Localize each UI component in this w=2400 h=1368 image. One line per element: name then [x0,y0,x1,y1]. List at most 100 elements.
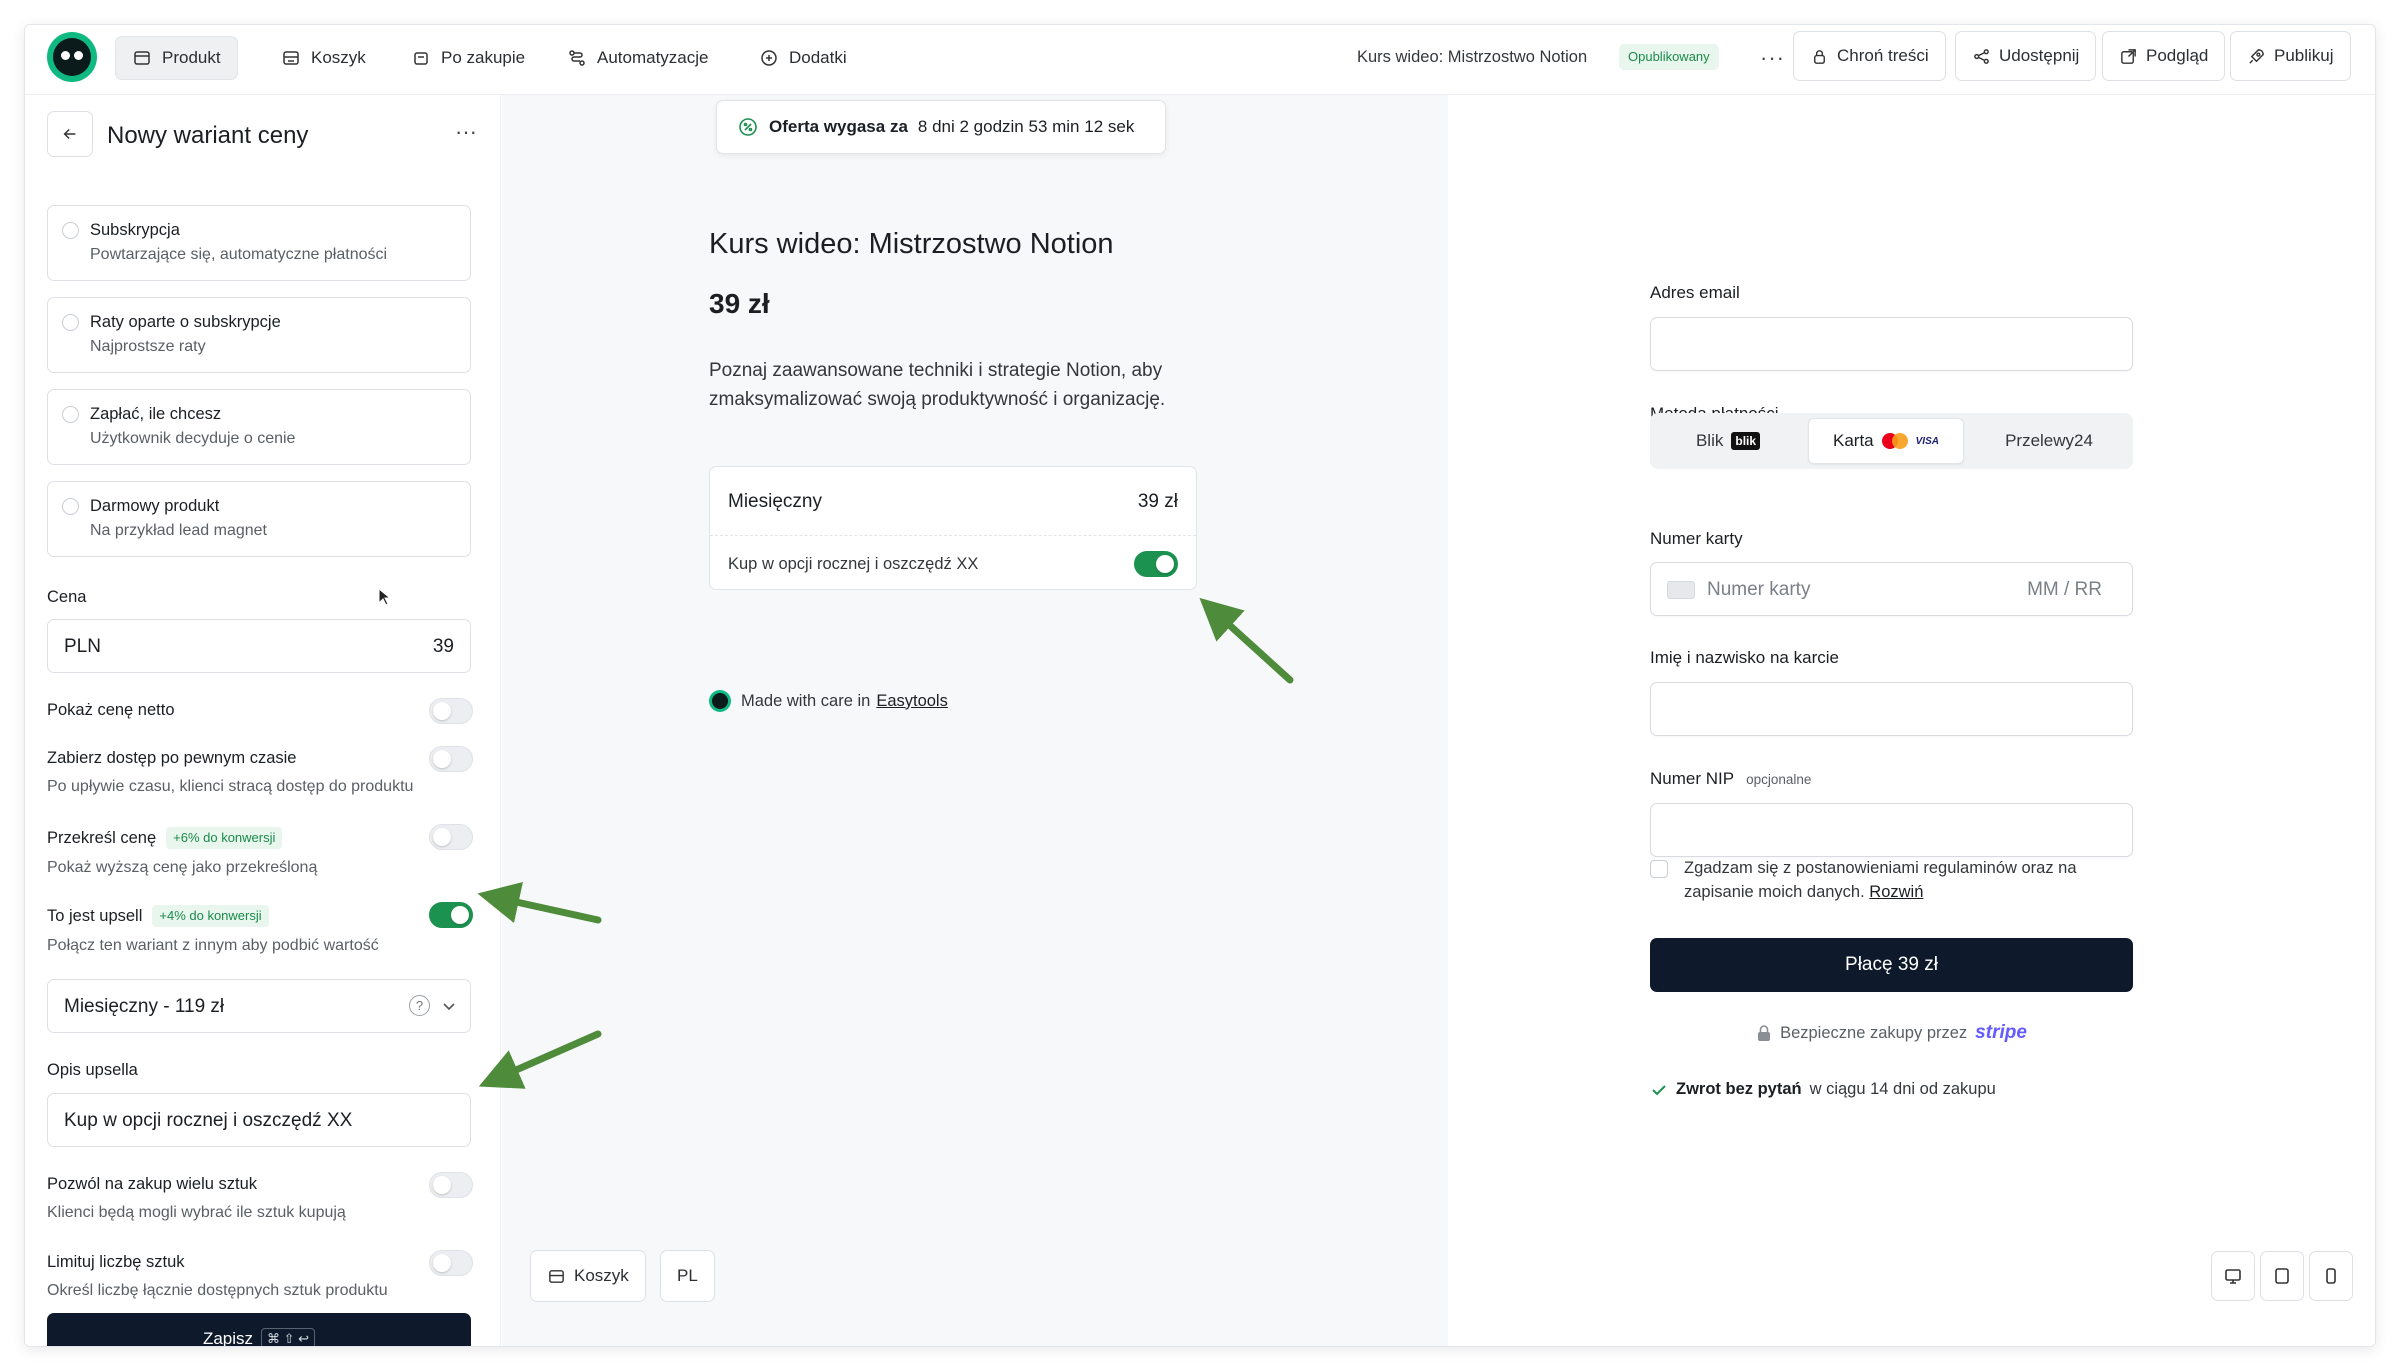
nip-label: Numer NIP opcjonalne [1650,769,1811,789]
tab-po-zakupie[interactable]: Po zakupie [395,36,541,80]
option-installments[interactable]: Raty oparte o subskrypcje Najprostsze ra… [47,297,471,373]
card-number-label: Numer karty [1650,529,1743,548]
tab-automatyzacje[interactable]: Automatyzacje [551,36,725,80]
method-blik[interactable]: Blik blik [1658,418,1798,464]
toggle-title: To jest upsell [47,906,143,925]
divider [710,535,1196,536]
conversion-badge: +4% do konwersji [152,905,269,927]
panel-header: Nowy wariant ceny ··· [47,111,477,163]
tab-dodatki[interactable]: Dodatki [743,36,863,80]
variant-name: Miesięczny [728,491,822,512]
option-free-product[interactable]: Darmowy produkt Na przykład lead magnet [47,481,471,557]
option-title: Darmowy produkt [90,497,220,515]
language-button[interactable]: PL [660,1250,715,1302]
upsell-toggle[interactable] [429,902,473,928]
radio[interactable] [62,314,79,331]
variant-card[interactable]: Miesięczny 39 zł Kup w opcji rocznej i o… [709,466,1197,590]
price-value: 39 [432,636,454,657]
upsell-select-value: Miesięczny - 119 zł [64,996,225,1017]
upsell-desc-input[interactable]: Kup w opcji rocznej i oszczędź XX [47,1093,471,1147]
card-number-placeholder: Numer karty [1707,579,1811,600]
option-pay-what-you-want[interactable]: Zapłać, ile chcesz Użytkownik decyduje o… [47,389,471,465]
terms-checkbox[interactable] [1650,860,1668,878]
przelewy24-label: Przelewy24 [2005,431,2093,450]
lock-icon [1814,49,1825,64]
box-icon [134,51,150,65]
refund-rest: w ciągu 14 dni od zakupu [1809,1080,1996,1098]
radio[interactable] [62,406,79,423]
toggle-subtitle: Po upływie czasu, klienci stracą dostęp … [47,778,414,795]
desktop-icon [2225,1269,2241,1284]
tab-koszyk[interactable]: Koszyk [265,36,382,80]
tab-produkt[interactable]: Produkt [115,36,238,80]
tab-automatyzacje-label: Automatyzacje [597,48,709,67]
tablet-view-button[interactable] [2260,1251,2304,1301]
option-subscription[interactable]: Subskrypcja Powtarzające się, automatycz… [47,205,471,281]
discount-icon [739,118,757,136]
upsell-variant-select[interactable]: Miesięczny - 119 zł ? [47,979,471,1033]
publish-button[interactable]: Publikuj [2230,31,2351,81]
variant-price: 39 zł [1137,491,1178,512]
radio[interactable] [62,498,79,515]
nip-label-text: Numer NIP [1650,769,1735,788]
method-przelewy24[interactable]: Przelewy24 [1974,418,2124,464]
limit-qty-toggle[interactable] [429,1250,473,1276]
tab-dodatki-label: Dodatki [789,48,847,67]
method-card[interactable]: Karta VISA [1808,418,1964,464]
more-menu-icon[interactable]: ··· [1760,45,1785,71]
upsell-desc-value: Kup w opcji rocznej i oszczędź XX [64,1110,353,1131]
multiple-qty-toggle[interactable] [429,1172,473,1198]
back-button[interactable] [47,111,93,157]
nip-input[interactable] [1650,803,2133,857]
option-title: Subskrypcja [90,221,180,239]
net-price-toggle[interactable] [429,698,473,724]
cart-preview-button[interactable]: Koszyk [530,1250,646,1302]
protect-content-button[interactable]: Chroń treści [1793,31,1946,81]
tab-koszyk-label: Koszyk [311,48,366,67]
upsell-text: Kup w opcji rocznej i oszczędź XX [728,555,979,573]
preview-title: Kurs wideo: Mistrzostwo Notion [709,228,1114,260]
help-icon[interactable]: ? [409,995,430,1016]
email-input[interactable] [1650,317,2133,371]
expiry-placeholder: MM / RR [2027,579,2102,600]
mobile-icon [2326,1268,2336,1284]
app-logo[interactable] [47,32,97,82]
option-subtitle: Na przykład lead magnet [90,522,267,539]
made-with-footer: Made with care in Easytools [709,690,948,712]
language-label: PL [677,1266,698,1285]
cardholder-label: Imię i nazwisko na karcie [1650,648,1839,667]
visa-icon: VISA [1915,435,1939,447]
save-button[interactable]: Zapisz ⌘ ⇧ ↩ [47,1313,471,1346]
mobile-view-button[interactable] [2309,1251,2353,1301]
easytools-logo-icon [709,690,731,712]
timer-label: Oferta wygasa za [769,117,908,136]
card-icon [1667,581,1695,599]
desktop-view-button[interactable] [2211,1251,2255,1301]
lock-icon [1758,1025,1771,1041]
product-title: Kurs wideo: Mistrzostwo Notion [1357,48,1588,66]
price-label: Cena [47,588,87,606]
bag-icon [414,52,428,65]
nip-optional: opcjonalne [1746,772,1812,787]
toggle-row-upsell: To jest upsell +4% do konwersji Połącz te… [47,902,473,955]
strikethrough-toggle[interactable] [429,824,473,850]
access-expiry-toggle[interactable] [429,746,473,772]
product-preview [502,95,1448,1346]
card-number-input[interactable]: Numer karty MM / RR [1650,562,2133,616]
radio[interactable] [62,222,79,239]
share-button[interactable]: Udostępnij [1955,31,2097,81]
toggle-subtitle: Pokaż wyższą cenę jako przekreśloną [47,859,318,876]
status-badge: Opublikowany [1619,44,1719,70]
upsell-preview-toggle[interactable] [1134,551,1178,577]
terms-expand-link[interactable]: Rozwiń [1869,883,1923,901]
conversion-badge: +6% do konwersji [166,827,283,849]
pay-button[interactable]: Płacę 39 zł [1650,938,2133,992]
easytools-link[interactable]: Easytools [876,692,948,711]
preview-button[interactable]: Podgląd [2102,31,2226,81]
secure-payment-note: Bezpieczne zakupy przez stripe [1650,1022,2133,1044]
price-input[interactable]: PLN 39 [47,619,471,673]
refund-bold: Zwrot bez pytań [1676,1080,1802,1098]
panel-more-icon[interactable]: ··· [455,119,477,145]
cardholder-input[interactable] [1650,682,2133,736]
option-subtitle: Użytkownik decyduje o cenie [90,430,296,447]
